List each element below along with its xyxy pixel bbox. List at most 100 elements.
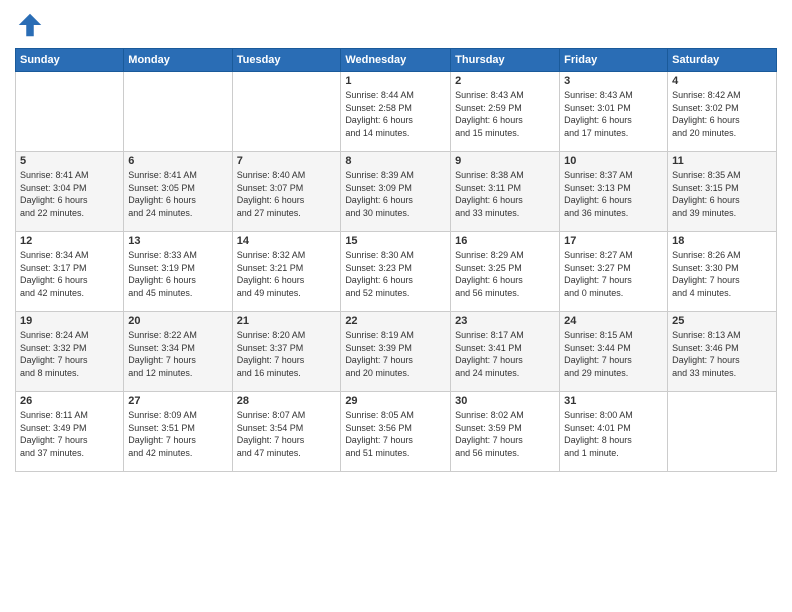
day-cell: 25 Sunrise: 8:13 AM Sunset: 3:46 PM Dayli… [668,312,777,392]
day-cell: 23 Sunrise: 8:17 AM Sunset: 3:41 PM Dayli… [451,312,560,392]
day-cell: 19Sunrise: 8:24 AM Sunset: 3:32 PM Dayli… [16,312,124,392]
day-number: 24 [564,315,663,327]
day-cell: 22 Sunrise: 8:19 AM Sunset: 3:39 PM Dayli… [341,312,451,392]
day-info: Sunrise: 8:13 AM Sunset: 3:46 PM Dayligh… [672,329,772,379]
day-number: 23 [455,315,555,327]
day-number: 6 [128,155,227,167]
day-cell: 21 Sunrise: 8:20 AM Sunset: 3:37 PM Dayli… [232,312,341,392]
day-number: 8 [345,155,446,167]
day-info: Sunrise: 8:11 AM Sunset: 3:49 PM Dayligh… [20,409,119,459]
day-cell: 13Sunrise: 8:33 AM Sunset: 3:19 PM Dayli… [124,232,232,312]
calendar-header-row: SundayMondayTuesdayWednesdayThursdayFrid… [16,49,777,72]
day-cell: 16 Sunrise: 8:29 AM Sunset: 3:25 PM Dayli… [451,232,560,312]
day-info: Sunrise: 8:42 AM Sunset: 3:02 PM Dayligh… [672,89,772,139]
day-number: 10 [564,155,663,167]
header [15,10,777,40]
day-number: 14 [237,235,337,247]
week-row-5: 26 Sunrise: 8:11 AM Sunset: 3:49 PM Dayli… [16,392,777,472]
day-header-tuesday: Tuesday [232,49,341,72]
day-number: 27 [128,395,227,407]
day-cell: 14Sunrise: 8:32 AM Sunset: 3:21 PM Dayli… [232,232,341,312]
day-cell: 6 Sunrise: 8:41 AM Sunset: 3:05 PM Daylig… [124,152,232,232]
day-number: 9 [455,155,555,167]
day-number: 25 [672,315,772,327]
day-number: 12 [20,235,119,247]
day-cell: 18Sunrise: 8:26 AM Sunset: 3:30 PM Dayli… [668,232,777,312]
day-info: Sunrise: 8:15 AM Sunset: 3:44 PM Dayligh… [564,329,663,379]
day-number: 3 [564,75,663,87]
day-info: Sunrise: 8:00 AM Sunset: 4:01 PM Dayligh… [564,409,663,459]
week-row-2: 5 Sunrise: 8:41 AM Sunset: 3:04 PM Daylig… [16,152,777,232]
day-cell: 27 Sunrise: 8:09 AM Sunset: 3:51 PM Dayli… [124,392,232,472]
day-info: Sunrise: 8:22 AM Sunset: 3:34 PM Dayligh… [128,329,227,379]
day-cell: 3 Sunrise: 8:43 AM Sunset: 3:01 PM Daylig… [560,72,668,152]
day-cell: 28 Sunrise: 8:07 AM Sunset: 3:54 PM Dayli… [232,392,341,472]
day-info: Sunrise: 8:27 AM Sunset: 3:27 PM Dayligh… [564,249,663,299]
day-cell: 29Sunrise: 8:05 AM Sunset: 3:56 PM Dayli… [341,392,451,472]
day-number: 5 [20,155,119,167]
day-info: Sunrise: 8:41 AM Sunset: 3:05 PM Dayligh… [128,169,227,219]
day-cell: 31Sunrise: 8:00 AM Sunset: 4:01 PM Dayli… [560,392,668,472]
day-cell: 10 Sunrise: 8:37 AM Sunset: 3:13 PM Dayli… [560,152,668,232]
day-cell: 7 Sunrise: 8:40 AM Sunset: 3:07 PM Daylig… [232,152,341,232]
day-info: Sunrise: 8:44 AM Sunset: 2:58 PM Dayligh… [345,89,446,139]
day-number: 20 [128,315,227,327]
day-info: Sunrise: 8:39 AM Sunset: 3:09 PM Dayligh… [345,169,446,219]
day-number: 26 [20,395,119,407]
day-info: Sunrise: 8:37 AM Sunset: 3:13 PM Dayligh… [564,169,663,219]
day-info: Sunrise: 8:20 AM Sunset: 3:37 PM Dayligh… [237,329,337,379]
day-number: 22 [345,315,446,327]
day-header-friday: Friday [560,49,668,72]
day-info: Sunrise: 8:19 AM Sunset: 3:39 PM Dayligh… [345,329,446,379]
day-number: 17 [564,235,663,247]
day-info: Sunrise: 8:38 AM Sunset: 3:11 PM Dayligh… [455,169,555,219]
logo-icon [15,10,45,40]
week-row-3: 12Sunrise: 8:34 AM Sunset: 3:17 PM Dayli… [16,232,777,312]
day-number: 15 [345,235,446,247]
day-number: 1 [345,75,446,87]
day-info: Sunrise: 8:09 AM Sunset: 3:51 PM Dayligh… [128,409,227,459]
day-cell: 26 Sunrise: 8:11 AM Sunset: 3:49 PM Dayli… [16,392,124,472]
day-cell [232,72,341,152]
day-number: 4 [672,75,772,87]
day-info: Sunrise: 8:35 AM Sunset: 3:15 PM Dayligh… [672,169,772,219]
day-cell: 5 Sunrise: 8:41 AM Sunset: 3:04 PM Daylig… [16,152,124,232]
day-cell [668,392,777,472]
day-number: 30 [455,395,555,407]
week-row-4: 19Sunrise: 8:24 AM Sunset: 3:32 PM Dayli… [16,312,777,392]
day-info: Sunrise: 8:29 AM Sunset: 3:25 PM Dayligh… [455,249,555,299]
day-cell [124,72,232,152]
day-cell: 24 Sunrise: 8:15 AM Sunset: 3:44 PM Dayli… [560,312,668,392]
day-info: Sunrise: 8:33 AM Sunset: 3:19 PM Dayligh… [128,249,227,299]
day-cell: 1 Sunrise: 8:44 AM Sunset: 2:58 PM Daylig… [341,72,451,152]
day-info: Sunrise: 8:43 AM Sunset: 2:59 PM Dayligh… [455,89,555,139]
day-info: Sunrise: 8:43 AM Sunset: 3:01 PM Dayligh… [564,89,663,139]
day-number: 18 [672,235,772,247]
day-cell: 2 Sunrise: 8:43 AM Sunset: 2:59 PM Daylig… [451,72,560,152]
day-header-monday: Monday [124,49,232,72]
day-cell: 11 Sunrise: 8:35 AM Sunset: 3:15 PM Dayli… [668,152,777,232]
day-info: Sunrise: 8:24 AM Sunset: 3:32 PM Dayligh… [20,329,119,379]
day-info: Sunrise: 8:41 AM Sunset: 3:04 PM Dayligh… [20,169,119,219]
day-info: Sunrise: 8:07 AM Sunset: 3:54 PM Dayligh… [237,409,337,459]
day-info: Sunrise: 8:40 AM Sunset: 3:07 PM Dayligh… [237,169,337,219]
calendar: SundayMondayTuesdayWednesdayThursdayFrid… [15,48,777,472]
day-cell: 20 Sunrise: 8:22 AM Sunset: 3:34 PM Dayli… [124,312,232,392]
day-cell: 9 Sunrise: 8:38 AM Sunset: 3:11 PM Daylig… [451,152,560,232]
day-cell: 17 Sunrise: 8:27 AM Sunset: 3:27 PM Dayli… [560,232,668,312]
day-info: Sunrise: 8:02 AM Sunset: 3:59 PM Dayligh… [455,409,555,459]
day-header-wednesday: Wednesday [341,49,451,72]
day-number: 21 [237,315,337,327]
day-number: 11 [672,155,772,167]
day-number: 28 [237,395,337,407]
day-header-sunday: Sunday [16,49,124,72]
day-cell: 12Sunrise: 8:34 AM Sunset: 3:17 PM Dayli… [16,232,124,312]
day-header-saturday: Saturday [668,49,777,72]
page: SundayMondayTuesdayWednesdayThursdayFrid… [0,0,792,612]
week-row-1: 1 Sunrise: 8:44 AM Sunset: 2:58 PM Daylig… [16,72,777,152]
day-info: Sunrise: 8:17 AM Sunset: 3:41 PM Dayligh… [455,329,555,379]
day-number: 16 [455,235,555,247]
day-number: 7 [237,155,337,167]
day-number: 2 [455,75,555,87]
day-header-thursday: Thursday [451,49,560,72]
